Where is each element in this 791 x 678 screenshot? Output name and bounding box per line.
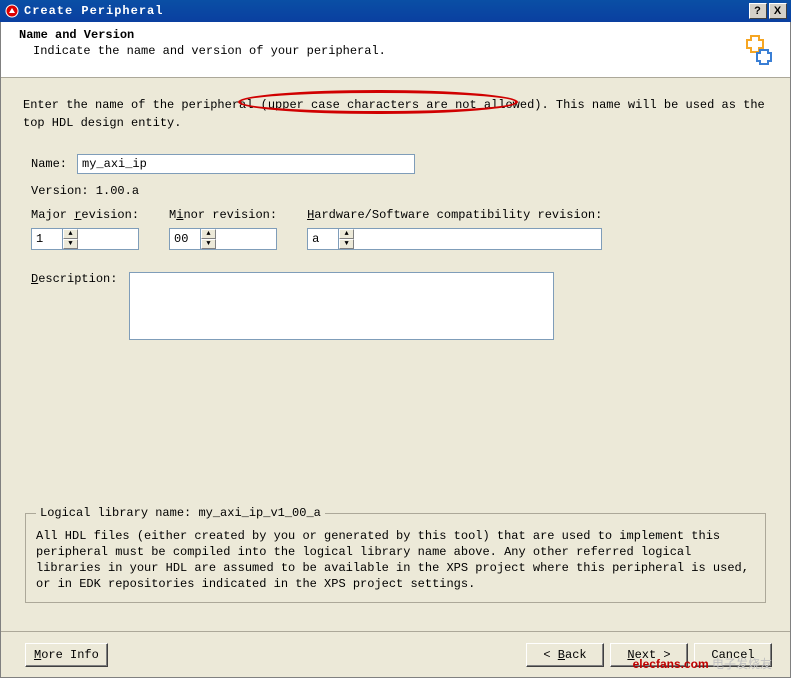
- hwsw-down-icon[interactable]: ▼: [339, 239, 354, 249]
- instruction-pre: Enter the name of the peripheral: [23, 98, 261, 112]
- legend-name: my_axi_ip_v1_00_a: [198, 506, 320, 520]
- app-icon: [4, 3, 20, 19]
- minor-revision-input[interactable]: [170, 229, 200, 249]
- cancel-button[interactable]: Cancel: [694, 643, 772, 667]
- name-label: Name:: [31, 157, 67, 171]
- instruction-text: Enter the name of the peripheral (upper …: [23, 96, 768, 132]
- minor-down-icon[interactable]: ▼: [201, 239, 216, 249]
- back-button[interactable]: < Back: [526, 643, 604, 667]
- minor-revision-spinner[interactable]: ▲ ▼: [169, 228, 277, 250]
- next-button[interactable]: Next >: [610, 643, 688, 667]
- logical-library-legend: Logical library name: my_axi_ip_v1_00_a: [36, 506, 325, 520]
- major-revision-label: Major revision:: [31, 208, 139, 222]
- wizard-body: Name and Version Indicate the name and v…: [0, 22, 791, 678]
- major-down-icon[interactable]: ▼: [63, 239, 78, 249]
- version-label: Version: 1.00.a: [31, 184, 139, 198]
- window-title: Create Peripheral: [24, 4, 163, 18]
- minor-up-icon[interactable]: ▲: [201, 229, 216, 239]
- description-label: Description:: [31, 272, 117, 286]
- close-button[interactable]: X: [769, 3, 787, 19]
- hwsw-revision-input[interactable]: [308, 229, 338, 249]
- more-info-button[interactable]: More Info: [25, 643, 108, 667]
- page-subtitle: Indicate the name and version of your pe…: [33, 44, 774, 58]
- logical-library-text: All HDL files (either created by you or …: [36, 528, 755, 592]
- hwsw-revision-label: Hardware/Software compatibility revision…: [307, 208, 602, 222]
- page-title: Name and Version: [19, 28, 774, 42]
- logical-library-group: Logical library name: my_axi_ip_v1_00_a …: [25, 506, 766, 603]
- instruction-highlight: (upper case characters are not allowed).: [261, 98, 549, 112]
- wizard-header: Name and Version Indicate the name and v…: [1, 22, 790, 78]
- name-input[interactable]: [77, 154, 415, 174]
- major-up-icon[interactable]: ▲: [63, 229, 78, 239]
- hwsw-revision-spinner[interactable]: ▲ ▼: [307, 228, 602, 250]
- legend-prefix: Logical library name:: [40, 506, 198, 520]
- hwsw-up-icon[interactable]: ▲: [339, 229, 354, 239]
- help-button[interactable]: ?: [749, 3, 767, 19]
- titlebar: Create Peripheral ? X: [0, 0, 791, 22]
- major-revision-input[interactable]: [32, 229, 62, 249]
- description-input[interactable]: [129, 272, 554, 340]
- minor-revision-label: Minor revision:: [169, 208, 277, 222]
- content-area: Enter the name of the peripheral (upper …: [1, 78, 790, 340]
- button-bar: More Info < Back Next > Cancel: [1, 631, 790, 677]
- wizard-icon: [736, 30, 776, 70]
- major-revision-spinner[interactable]: ▲ ▼: [31, 228, 139, 250]
